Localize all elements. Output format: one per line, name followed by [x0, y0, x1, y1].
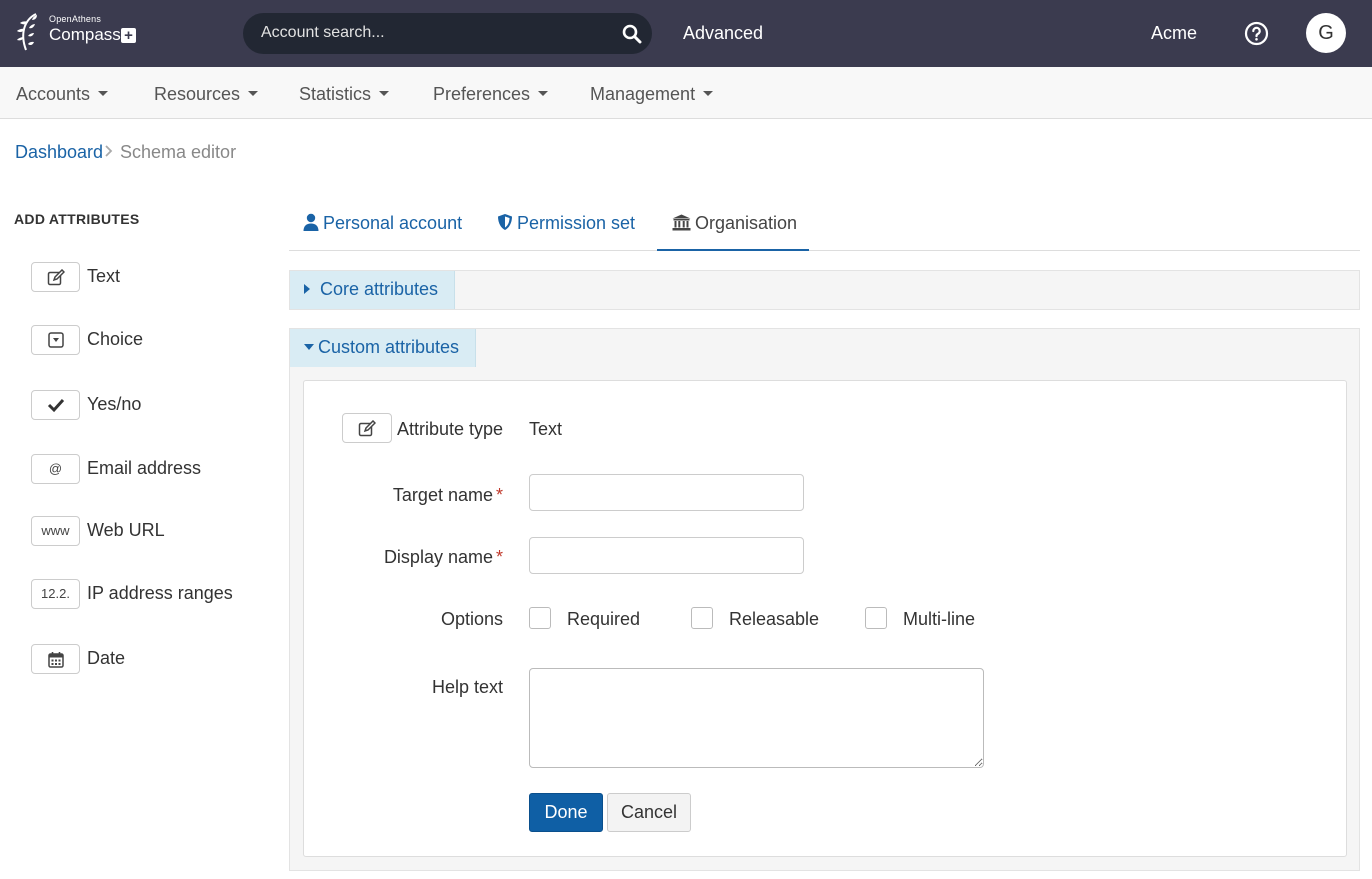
- logo-brand: OpenAthens: [49, 14, 102, 24]
- search-icon[interactable]: [622, 24, 642, 44]
- caret-right-icon: [304, 284, 310, 294]
- nav-management[interactable]: Management: [590, 84, 714, 105]
- laurel-icon: [17, 13, 37, 51]
- attribute-label: Date: [87, 648, 126, 668]
- logo-product: Compass: [49, 25, 121, 44]
- required-checkbox-label[interactable]: Required: [567, 609, 640, 630]
- www-icon[interactable]: www: [31, 516, 80, 546]
- tab-organisation[interactable]: Organisation: [657, 202, 809, 251]
- attribute-label: Choice: [87, 329, 144, 349]
- core-attributes-panel: Core attributes: [289, 270, 1360, 310]
- display-name-label: Display name *: [383, 547, 503, 567]
- edit-icon: [358, 419, 377, 437]
- nav-preferences[interactable]: Preferences: [433, 84, 549, 105]
- caret-down-icon: [538, 90, 549, 96]
- nav-accounts[interactable]: Accounts: [16, 84, 109, 105]
- attribute-label: IP address ranges: [87, 583, 233, 603]
- shield-icon: [498, 214, 512, 230]
- caret-down-icon: [98, 90, 109, 96]
- at-sign-icon[interactable]: @: [31, 454, 80, 484]
- custom-attributes-panel: Custom attributes Attribute type Text Ta…: [289, 328, 1360, 871]
- required-checkbox[interactable]: [529, 607, 551, 629]
- account-search: [243, 13, 652, 54]
- target-name-field[interactable]: [529, 474, 804, 511]
- edit-icon: [47, 268, 65, 286]
- nav-label: Accounts: [16, 84, 91, 104]
- top-bar: OpenAthens Compass + Advanced Acme G: [0, 0, 1372, 67]
- attribute-label: Web URL: [87, 520, 165, 540]
- tab-permission-set[interactable]: Permission set: [497, 202, 635, 251]
- attribute-type-button[interactable]: [31, 325, 80, 355]
- attribute-type-button[interactable]: [31, 644, 80, 674]
- nav-resources[interactable]: Resources: [154, 84, 259, 105]
- display-name-field[interactable]: [529, 537, 804, 574]
- tab-label: Personal account: [323, 213, 463, 233]
- attribute-label: Yes/no: [87, 394, 142, 414]
- required-marker: *: [495, 485, 503, 505]
- tab-personal-account[interactable]: Personal account: [303, 202, 462, 251]
- attribute-type-icon-button[interactable]: [342, 413, 392, 443]
- account-search-input[interactable]: [261, 22, 601, 44]
- calendar-icon: [47, 652, 64, 668]
- breadcrumb-current: Schema editor: [120, 142, 237, 162]
- required-marker: *: [495, 547, 503, 567]
- organisation-name[interactable]: Acme: [1151, 23, 1197, 44]
- tab-label: Organisation: [695, 213, 798, 233]
- help-text-label: Help text: [431, 677, 503, 697]
- nav-label: Resources: [154, 84, 241, 104]
- main-nav: Accounts Resources Statistics Preference…: [0, 67, 1372, 119]
- user-icon: [303, 213, 319, 231]
- attribute-type-button[interactable]: [31, 390, 80, 420]
- attribute-form: Attribute type Text Target name * Display…: [303, 380, 1347, 857]
- chevron-right-icon: [105, 145, 113, 157]
- attribute-type-value: Text: [529, 419, 563, 439]
- releasable-checkbox[interactable]: [691, 607, 713, 629]
- multi-line-checkbox[interactable]: [865, 607, 887, 629]
- attribute-label: Text: [87, 266, 121, 286]
- nav-label: Preferences: [433, 84, 531, 104]
- building-icon: [672, 214, 691, 231]
- nav-label: Statistics: [299, 84, 372, 104]
- help-icon[interactable]: [1244, 21, 1269, 46]
- core-attributes-toggle[interactable]: Core attributes: [290, 271, 456, 309]
- advanced-search-link[interactable]: Advanced: [683, 23, 763, 44]
- done-button[interactable]: Done: [529, 793, 603, 832]
- check-icon: [47, 398, 64, 413]
- plus-icon: +: [121, 28, 136, 43]
- target-name-label: Target name *: [392, 485, 503, 505]
- schema-tabs: Personal account Permission set Organisa…: [289, 202, 1360, 251]
- panel-title: Core attributes: [320, 279, 439, 299]
- caret-down-icon: [703, 90, 714, 96]
- attribute-type-label: Attribute type: [397, 419, 504, 439]
- tab-label: Permission set: [517, 213, 636, 233]
- multi-line-checkbox-label[interactable]: Multi-line: [903, 609, 975, 630]
- panel-title: Custom attributes: [318, 337, 460, 357]
- attribute-label: Email address: [87, 458, 202, 478]
- help-text-field[interactable]: [529, 668, 984, 768]
- dropdown-icon: [47, 332, 64, 348]
- custom-attributes-toggle[interactable]: Custom attributes: [290, 329, 477, 367]
- caret-down-icon: [304, 344, 314, 350]
- attribute-type-button[interactable]: [31, 262, 80, 292]
- nav-label: Management: [590, 84, 696, 104]
- openathens-compass-logo[interactable]: OpenAthens Compass +: [14, 10, 144, 58]
- add-attributes-title: ADD ATTRIBUTES: [14, 211, 140, 227]
- releasable-checkbox-label[interactable]: Releasable: [729, 609, 819, 630]
- caret-down-icon: [248, 90, 259, 96]
- ip-address-icon[interactable]: 12.2.: [31, 579, 80, 609]
- nav-statistics[interactable]: Statistics: [299, 84, 390, 105]
- options-label: Options: [440, 609, 503, 629]
- avatar[interactable]: G: [1306, 13, 1346, 53]
- breadcrumb-dashboard[interactable]: Dashboard: [15, 142, 103, 163]
- caret-down-icon: [379, 90, 390, 96]
- cancel-button[interactable]: Cancel: [607, 793, 691, 832]
